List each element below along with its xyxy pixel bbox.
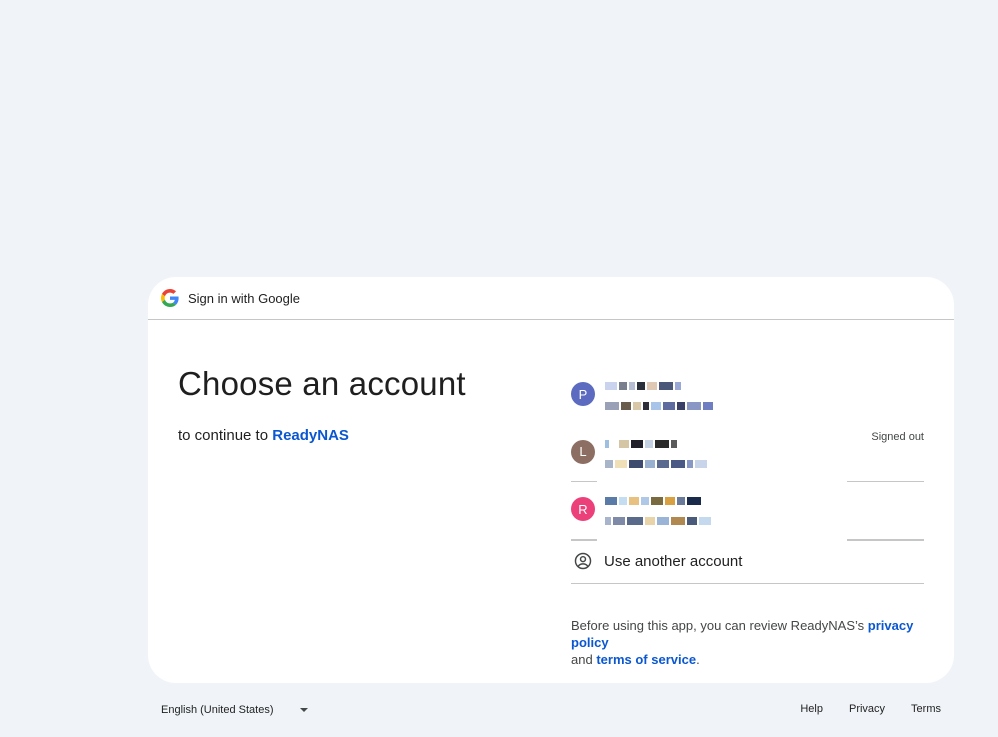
use-another-account-label: Use another account	[604, 552, 743, 570]
disclaimer-text: Before using this app, you can review Re…	[571, 617, 931, 668]
account-circle-icon	[574, 552, 592, 570]
disclaimer-prefix: Before using this app, you can review Re…	[571, 618, 865, 633]
disclaimer-and: and	[571, 652, 593, 667]
terms-link[interactable]: Terms	[911, 703, 941, 715]
subtitle-prefix: to continue to	[178, 427, 269, 444]
account-item[interactable]: R	[571, 482, 924, 540]
avatar: P	[571, 382, 595, 406]
language-selector[interactable]: English (United States)	[161, 704, 308, 716]
account-redacted-info	[605, 495, 711, 527]
avatar: L	[571, 439, 595, 464]
header-title: Sign in with Google	[188, 290, 301, 306]
intro-section: Choose an account to continue to ReadyNA…	[178, 365, 466, 444]
redacted-email	[605, 458, 707, 470]
divider	[847, 539, 924, 541]
page-title: Choose an account	[178, 365, 466, 402]
divider	[571, 539, 597, 541]
account-chooser-card: Sign in with Google Choose an account to…	[148, 277, 954, 683]
account-list: P L Signed out R Use another account	[571, 367, 924, 584]
account-item[interactable]: L Signed out	[571, 425, 924, 482]
subtitle: to continue to ReadyNAS	[178, 427, 466, 444]
footer: English (United States) Help Privacy Ter…	[148, 697, 954, 723]
card-header: Sign in with Google	[148, 277, 954, 320]
account-item[interactable]: P	[571, 367, 924, 425]
signed-out-label: Signed out	[871, 430, 924, 443]
language-label: English (United States)	[161, 704, 274, 716]
app-name-link[interactable]: ReadyNAS	[272, 427, 349, 444]
google-g-icon	[161, 289, 179, 307]
avatar: R	[571, 497, 595, 521]
caret-down-icon	[299, 708, 308, 712]
redacted-email	[605, 515, 711, 527]
terms-of-service-link[interactable]: terms of service	[596, 652, 696, 667]
account-redacted-info	[605, 380, 713, 412]
disclaimer-suffix: .	[696, 652, 700, 667]
help-link[interactable]: Help	[800, 703, 823, 715]
redacted-name	[605, 438, 707, 450]
redacted-email	[605, 400, 713, 412]
privacy-link[interactable]: Privacy	[849, 703, 885, 715]
use-another-account-button[interactable]: Use another account	[571, 539, 924, 584]
redacted-name	[605, 380, 713, 392]
redacted-name	[605, 495, 711, 507]
footer-links: Help Privacy Terms	[800, 703, 941, 715]
account-redacted-info	[605, 438, 707, 470]
